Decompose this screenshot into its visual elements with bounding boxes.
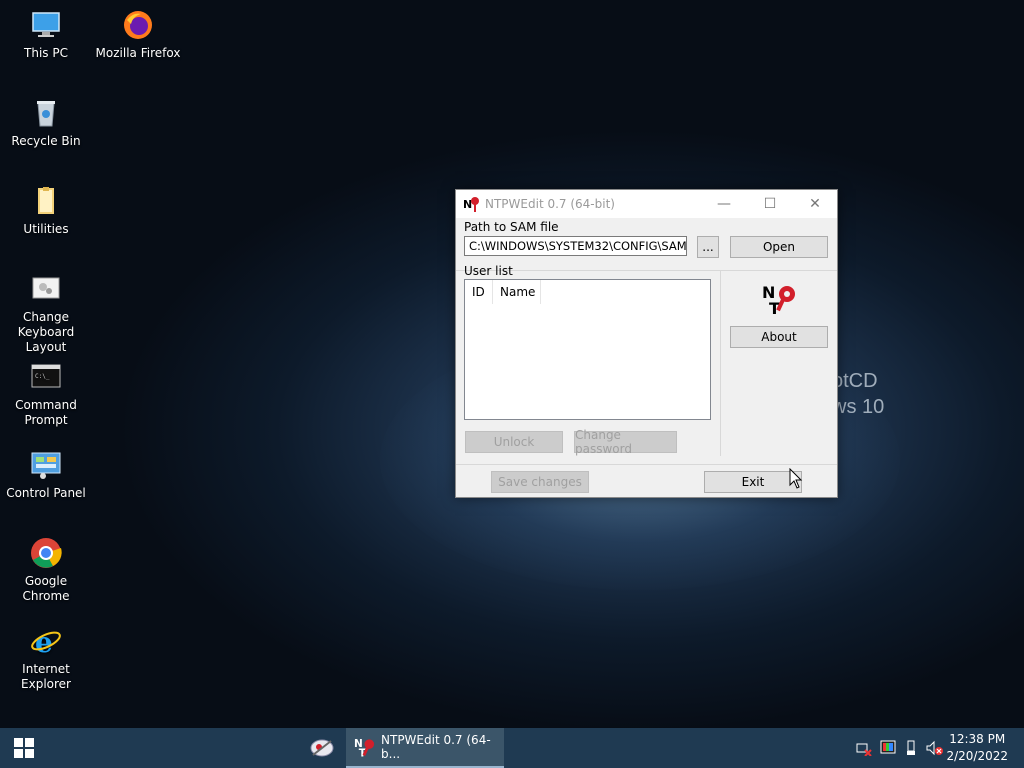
desktop-icon-google-chrome[interactable]: Google Chrome [0, 536, 92, 604]
ntpwedit-window: N NTPWEdit 0.7 (64-bit) — ☐ ✕ Path to SA… [455, 189, 838, 498]
unlock-button[interactable]: Unlock [465, 431, 563, 453]
sam-path-label: Path to SAM file [464, 220, 559, 234]
window-title: NTPWEdit 0.7 (64-bit) [485, 197, 615, 211]
desktop-icon-label: Google Chrome [22, 574, 70, 603]
desktop-icon-this-pc[interactable]: This PC [0, 8, 92, 61]
desktop-icon-firefox[interactable]: Mozilla Firefox [92, 8, 184, 61]
ntpwedit-logo-icon: N T [762, 282, 798, 318]
taskbar: NT NTPWEdit 0.7 (64-b... 12:38 PM 2/20/2… [0, 728, 1024, 768]
start-button[interactable] [0, 728, 48, 768]
wallpaper-text: otCD ws 10 [832, 370, 885, 418]
network-icon[interactable] [856, 740, 872, 756]
close-button[interactable]: ✕ [792, 190, 838, 218]
volume-muted-icon[interactable] [926, 740, 944, 756]
column-header-id[interactable]: ID [465, 280, 493, 304]
desktop-icon-label: Control Panel [6, 486, 86, 500]
control-panel-icon [29, 448, 63, 482]
recycle-bin-icon [29, 96, 63, 130]
pinned-app-icon [310, 739, 334, 757]
user-list[interactable]: ID Name [464, 279, 711, 420]
windows-logo-icon [14, 738, 34, 758]
desktop-icon-change-keyboard-layout[interactable]: Change Keyboard Layout [0, 272, 92, 355]
desktop-icon-recycle-bin[interactable]: Recycle Bin [0, 96, 92, 149]
clock-time: 12:38 PM [949, 732, 1006, 746]
system-tray [856, 728, 944, 768]
desktop-icon-label: Mozilla Firefox [95, 46, 181, 60]
user-list-label: User list [464, 264, 513, 278]
change-password-button[interactable]: Change password [574, 428, 677, 456]
svg-text:N: N [463, 198, 472, 211]
terminal-icon: C:\_ [29, 360, 63, 394]
internet-explorer-icon: e [29, 624, 63, 658]
usb-device-icon[interactable] [904, 740, 918, 756]
desktop-icon-label: Recycle Bin [11, 134, 81, 148]
exit-button[interactable]: Exit [704, 471, 802, 493]
desktop-icon-label: Internet Explorer [21, 662, 71, 691]
svg-text:e: e [35, 626, 53, 658]
sam-path-input[interactable]: C:\WINDOWS\SYSTEM32\CONFIG\SAM [464, 236, 687, 256]
desktop-icon-label: Change Keyboard Layout [17, 310, 75, 354]
user-list-header: ID Name [465, 280, 541, 304]
separator [456, 270, 837, 271]
desktop-icon-control-panel[interactable]: Control Panel [0, 448, 92, 501]
minimize-button[interactable]: — [701, 190, 747, 218]
desktop-icon-label: This PC [24, 46, 68, 60]
save-changes-button[interactable]: Save changes [491, 471, 589, 493]
display-color-icon[interactable] [880, 740, 896, 756]
taskbar-task-ntpwedit[interactable]: NT NTPWEdit 0.7 (64-b... [346, 728, 504, 768]
taskbar-pinned-app[interactable] [304, 728, 340, 768]
maximize-button[interactable]: ☐ [747, 190, 793, 218]
browse-button[interactable]: ... [697, 236, 719, 258]
svg-text:C:\_: C:\_ [35, 373, 50, 380]
computer-icon [29, 8, 63, 42]
separator [720, 270, 721, 456]
ntpwedit-app-icon: NT [354, 738, 375, 758]
clock-date: 2/20/2022 [946, 749, 1008, 763]
folder-icon [29, 184, 63, 218]
desktop-icon-label: Utilities [23, 222, 69, 236]
open-button[interactable]: Open [730, 236, 828, 258]
separator [456, 464, 837, 465]
desktop-icon-label: Command Prompt [15, 398, 77, 427]
keyboard-layout-icon [29, 272, 63, 306]
desktop-icon-utilities[interactable]: Utilities [0, 184, 92, 237]
column-header-name[interactable]: Name [493, 280, 541, 304]
title-bar[interactable]: N NTPWEdit 0.7 (64-bit) — ☐ ✕ [456, 190, 837, 218]
desktop-icon-internet-explorer[interactable]: e Internet Explorer [0, 624, 92, 692]
taskbar-task-label: NTPWEdit 0.7 (64-b... [381, 733, 491, 761]
chrome-icon [29, 536, 63, 570]
desktop-icon-command-prompt[interactable]: C:\_ Command Prompt [0, 360, 92, 428]
mouse-cursor-icon [789, 467, 803, 490]
about-button[interactable]: About [730, 326, 828, 348]
ntpwedit-app-icon: N [463, 196, 481, 212]
taskbar-clock[interactable]: 12:38 PM 2/20/2022 [946, 731, 1008, 765]
firefox-icon [121, 8, 155, 42]
